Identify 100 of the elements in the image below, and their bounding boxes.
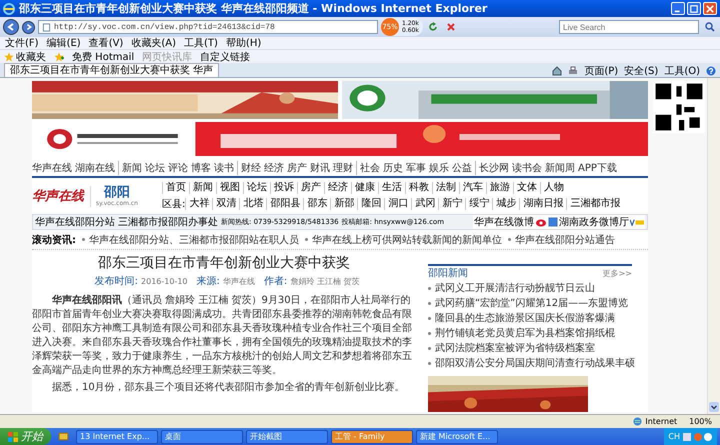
county-nav-link[interactable]: 武冈	[411, 198, 438, 210]
channel-nav-link[interactable]: 文体	[513, 182, 540, 194]
site-nav-link[interactable]: 社会	[360, 160, 380, 174]
county-nav-link[interactable]: 北塔	[239, 198, 266, 210]
news-link[interactable]: 邵阳双清公安分局国庆期间清查行动战果丰硕	[435, 358, 635, 369]
site-nav-link[interactable]: 财经	[241, 160, 261, 174]
news-link[interactable]: 武冈药膳“宏韵堂”闪耀第12届——东盟博览	[435, 298, 628, 309]
command-menu[interactable]: 页面(P)	[584, 64, 618, 78]
home-icon[interactable]	[552, 66, 562, 76]
channel-nav-link[interactable]: 视图	[216, 182, 243, 194]
county-nav-link[interactable]: 大祥	[185, 198, 212, 210]
county-nav-link[interactable]: 邵东	[303, 198, 330, 210]
minimize-button[interactable]	[671, 2, 685, 15]
taskbar-button[interactable]: 13 Internet Exp...	[76, 430, 158, 444]
menu-item[interactable]: 工具(T)	[184, 36, 218, 50]
site-nav-link[interactable]: 经济	[264, 160, 284, 174]
zoom-level[interactable]: 100%	[689, 417, 712, 426]
channel-nav-link[interactable]: 法制	[432, 182, 459, 194]
county-nav-link[interactable]: 双清	[212, 198, 240, 210]
menu-item[interactable]: 收藏夹(A)	[131, 36, 176, 50]
scroll-news-link[interactable]: 华声在线邵阳分站通告	[515, 234, 615, 246]
scrollbar[interactable]	[707, 78, 720, 414]
meta-label: 发布时间:	[94, 274, 138, 288]
news-link[interactable]: 武冈法院档案室被评为省特级档案室	[435, 343, 595, 354]
channel-nav-link[interactable]: 房产	[297, 182, 324, 194]
menu-item[interactable]: 文件(F)	[5, 36, 39, 50]
back-button[interactable]	[3, 19, 19, 35]
channel-nav-link[interactable]: 新闻	[189, 182, 216, 194]
site-nav-link[interactable]: 军事	[406, 160, 426, 174]
menu-item[interactable]: 编辑(E)	[46, 36, 81, 50]
site-nav-link[interactable]: 财讯	[310, 160, 330, 174]
desktop-icon[interactable]	[58, 431, 69, 442]
maximize-button[interactable]	[687, 2, 701, 15]
help-icon[interactable]	[706, 66, 716, 76]
channel-nav-link[interactable]: 人物	[540, 182, 567, 194]
taskbar-button[interactable]: 桌面	[161, 430, 243, 444]
forward-button[interactable]	[22, 20, 35, 34]
county-nav-link[interactable]: 绥宁	[465, 198, 492, 210]
printer-icon[interactable]	[568, 66, 578, 76]
site-nav-link[interactable]: 房产	[287, 160, 307, 174]
site-nav-link[interactable]: 长沙网	[479, 160, 509, 174]
channel-nav-link[interactable]: 汽车	[459, 182, 486, 194]
gov-weibo-link[interactable]: 湖南政务微博厅	[559, 215, 629, 229]
channel-nav-link[interactable]: 生活	[378, 182, 405, 194]
start-button[interactable]: 开始	[0, 428, 51, 445]
county-nav-link[interactable]: 城步	[492, 198, 520, 210]
channel-nav-link[interactable]: 科教	[405, 182, 432, 194]
site-nav-link[interactable]: 新闻	[122, 160, 142, 174]
county-nav-link[interactable]: 湖南日报	[519, 198, 566, 210]
channel-nav-link[interactable]: 首页	[162, 182, 189, 194]
browser-tab[interactable]: 邵东三项目在市青年创新创业大赛中获奖 华声	[4, 63, 220, 77]
site-nav-link[interactable]: 理财	[333, 160, 353, 174]
menu-item[interactable]: 帮助(H)	[226, 36, 262, 50]
taskbar-button[interactable]: 开始截图	[246, 430, 328, 444]
news-link[interactable]: 隆回县的生态旅游景区国庆长假游客爆满	[435, 313, 615, 324]
more-link[interactable]: 更多>>	[602, 268, 632, 278]
menu-item[interactable]: 查看(V)	[88, 36, 124, 50]
site-logo[interactable]: 华声在线	[32, 187, 84, 205]
security-zone: Internet	[633, 417, 678, 426]
channel-nav-link[interactable]: 投诉	[270, 182, 297, 194]
command-menu[interactable]: 安全(S)	[624, 64, 658, 78]
site-nav-link[interactable]: 历史	[383, 160, 403, 174]
county-nav-link[interactable]: 洞口	[384, 198, 412, 210]
site-nav-link[interactable]: 湖南在线	[75, 160, 115, 174]
county-nav-link[interactable]: 新邵	[330, 198, 358, 210]
site-nav-link[interactable]: APP下载	[578, 160, 617, 174]
site-nav-link[interactable]: 读书会	[512, 160, 542, 174]
site-nav-link[interactable]: 评论	[168, 160, 188, 174]
site-nav-link[interactable]: 博客	[191, 160, 211, 174]
county-nav-link[interactable]: 新宁	[438, 198, 466, 210]
news-link[interactable]: 荆竹铺镇老党员黄启军为县档案馆捐纸棍	[435, 328, 615, 339]
news-link[interactable]: 武冈义工开展清洁行动扮靓节日云山	[435, 283, 595, 294]
favorite-link[interactable]: 自定义链接	[200, 50, 250, 64]
site-nav-link[interactable]: 公益	[452, 160, 472, 174]
site-nav-link[interactable]: 论坛	[145, 160, 165, 174]
close-button[interactable]	[703, 2, 717, 15]
scroll-down-icon[interactable]	[709, 402, 719, 412]
search-field[interactable]: Live Search	[559, 20, 699, 34]
channel-nav-link[interactable]: 经济	[324, 182, 351, 194]
scroll-news-link[interactable]: 华声在线邵阳分站、三湘都市报邵阳站在职人员	[89, 234, 299, 246]
site-nav-link[interactable]: 新闻周	[545, 160, 575, 174]
favorite-link[interactable]: 免费 Hotmail	[72, 50, 134, 64]
tray-icons[interactable]	[683, 432, 713, 442]
county-nav-link[interactable]: 三湘都市报	[566, 198, 624, 210]
favorites-button[interactable]: 收藏夹	[4, 50, 46, 64]
add-favorite-icon[interactable]	[54, 52, 64, 62]
channel-nav-link[interactable]: 旅游	[486, 182, 513, 194]
site-nav-link[interactable]: 娱乐	[429, 160, 449, 174]
address-field[interactable]: http://sy.voc.com.cn/view.php?tid=24613&cid=78	[38, 20, 378, 34]
site-nav-link[interactable]: 读书	[214, 160, 234, 174]
bullet-icon	[508, 238, 511, 242]
county-nav-link[interactable]: 隆回	[357, 198, 384, 210]
county-nav-link[interactable]: 邵阳县	[266, 198, 304, 210]
channel-nav-link[interactable]: 论坛	[243, 182, 270, 194]
taskbar-button[interactable]: 新建 Microsoft E...	[416, 430, 498, 444]
channel-nav-link[interactable]: 健康	[351, 182, 378, 194]
command-menu[interactable]: 工具(O)	[664, 64, 700, 78]
weibo-link[interactable]: 华声在线微博	[474, 215, 534, 229]
site-nav-link[interactable]: 华声在线	[32, 160, 72, 174]
scroll-news-link[interactable]: 华声在线上榜可供网站转载新闻的新闻单位	[312, 234, 502, 246]
